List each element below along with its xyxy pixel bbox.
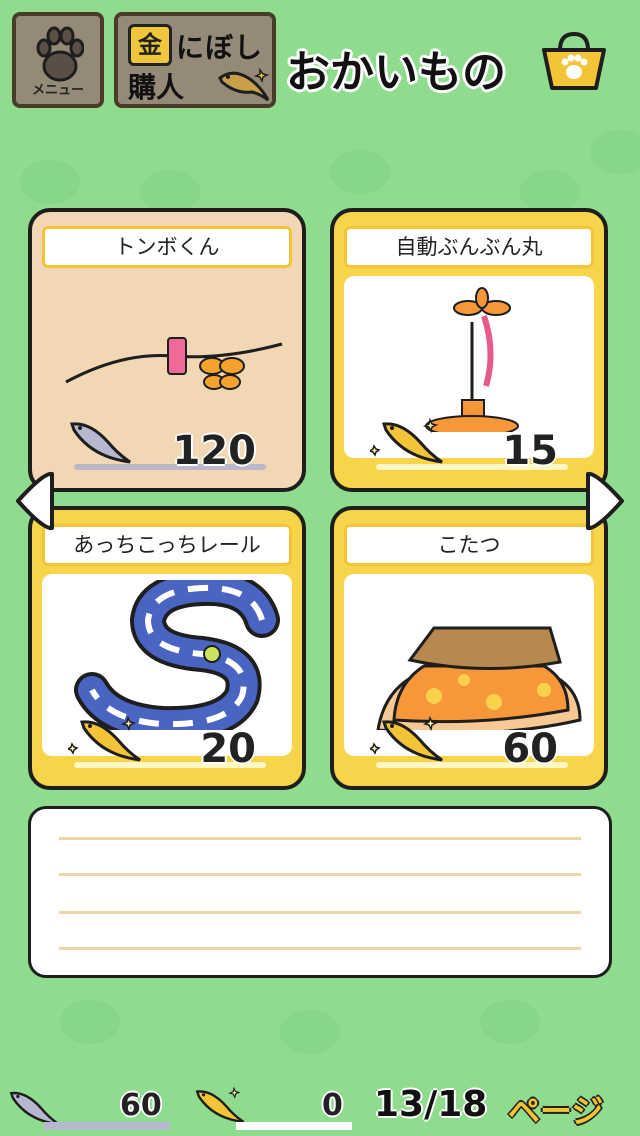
page-title: おかいもの (286, 47, 506, 98)
gold-fish-icon (370, 715, 443, 762)
item-name: 自動ぶんぶん丸 (344, 226, 594, 268)
silver-fish-icon (69, 422, 131, 464)
page-label: ページ (508, 1092, 604, 1130)
item-price: 15 (502, 428, 558, 474)
item-name: あっちこっちレール (42, 524, 292, 566)
gold-fish-icon (218, 67, 270, 102)
menu-label: メニュー (31, 83, 84, 98)
gold-niboshi-count: 0 (322, 1088, 343, 1123)
item-name: トンボくん (42, 226, 292, 268)
gold-button-line2: 購人 (128, 71, 185, 104)
shop-item-card[interactable]: こたつ 60 (330, 506, 608, 790)
gold-count-bar (236, 1122, 352, 1130)
automatic-fan-toy-image (425, 287, 519, 432)
currency-footer: 60 0 13/18 ページ (0, 1078, 640, 1136)
item-price: 120 (172, 428, 257, 474)
item-description-box (28, 806, 612, 978)
shop-item-card[interactable]: あっちこっちレール 20 (28, 506, 306, 790)
page-indicator: 13/18 (374, 1084, 488, 1125)
silver-niboshi-count: 60 (120, 1088, 162, 1123)
menu-button[interactable]: メニュー (12, 12, 104, 108)
item-price: 20 (200, 726, 256, 772)
gold-fish-icon (370, 417, 443, 464)
dragonfly-toy-image (65, 337, 283, 390)
header: メニュー 金 にぼし 購人 おかいもの (0, 0, 640, 120)
rail-toy-image (74, 580, 280, 730)
gold-niboshi-purchase-button[interactable]: 金 にぼし 購人 (114, 12, 276, 108)
shop-item-card[interactable]: トンボくん 120 (28, 208, 306, 492)
item-name: こたつ (344, 524, 594, 566)
item-price: 60 (502, 726, 558, 772)
prev-page-arrow-icon[interactable] (14, 470, 54, 532)
kotatsu-image (376, 626, 582, 730)
gold-fish-icon (68, 715, 141, 762)
gold-kanji-badge: 金 (128, 24, 172, 66)
gold-button-line1: にぼし (176, 31, 264, 64)
silver-count-bar (44, 1122, 170, 1130)
shop-item-card[interactable]: 自動ぶんぶん丸 15 (330, 208, 608, 492)
next-page-arrow-icon[interactable] (586, 470, 626, 532)
paw-icon (36, 26, 84, 82)
shopping-bag-icon (542, 31, 606, 90)
